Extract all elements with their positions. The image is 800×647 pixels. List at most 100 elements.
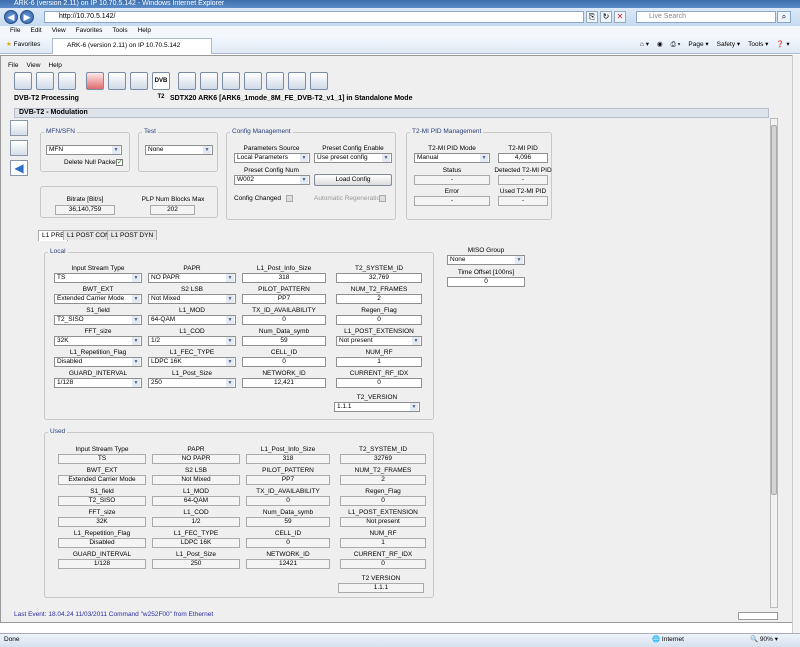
app-menu-view[interactable]: View	[26, 62, 40, 69]
local-field-value[interactable]: 32,769	[336, 273, 422, 283]
app-title: DVB-T2 Processing	[14, 95, 79, 102]
globe-icon[interactable]	[244, 72, 262, 90]
local-field-value[interactable]: Not Mixed	[148, 294, 236, 304]
local-field-value[interactable]: 0	[336, 378, 422, 388]
local-field-value[interactable]: Extended Carrier Mode	[54, 294, 142, 304]
dvbt2-badge[interactable]: DVB T2	[152, 72, 170, 100]
local-field-value[interactable]: PP7	[242, 294, 326, 304]
back-icon[interactable]: ◀	[4, 10, 18, 24]
feeds-command-icon[interactable]: ◉	[657, 40, 663, 50]
mfn-mode-select[interactable]: MFN	[46, 145, 122, 155]
t2mi-status-value: -	[414, 175, 490, 185]
local-field-label: Num_Data_symb	[258, 328, 310, 335]
browser-tab[interactable]: ARK-6 (version 2.11) on IP 10.70.5.142	[52, 38, 212, 54]
miso-group-select[interactable]: None	[447, 255, 525, 265]
menu-edit[interactable]: Edit	[30, 26, 41, 36]
local-field-value[interactable]: NO PAPR	[148, 273, 236, 283]
local-field-value[interactable]: 64-QAM	[148, 315, 236, 325]
menu-view[interactable]: View	[52, 26, 66, 36]
local-field-value[interactable]: T2_SISO	[54, 315, 142, 325]
zoom-control[interactable]: 🔍 90% ▾	[750, 635, 778, 645]
forward-icon[interactable]: ▶	[20, 10, 34, 24]
local-field-value[interactable]: 1/2	[148, 336, 236, 346]
app-menu-help[interactable]: Help	[48, 62, 61, 69]
used-field-value: 64-QAM	[152, 496, 240, 506]
used-field-value: Not present	[340, 517, 426, 527]
progress-indicator	[738, 612, 778, 620]
delete-null-checkbox[interactable]: ✓	[116, 159, 123, 166]
local-field-label: PILOT_PATTERN	[258, 286, 310, 293]
tools-menu[interactable]: Tools ▾	[748, 40, 768, 50]
compatibility-icon[interactable]: ⎘	[586, 11, 598, 23]
scope-icon[interactable]	[200, 72, 218, 90]
favorites-button[interactable]: ★ Favorites	[6, 40, 40, 50]
panel-scroll-thumb[interactable]	[771, 125, 777, 495]
t2mi-pid-input[interactable]: 4,096	[498, 153, 548, 163]
side-basket-icon[interactable]	[10, 140, 28, 156]
time-offset-input[interactable]: 0	[447, 277, 525, 287]
test-group-title: Test	[142, 128, 158, 135]
local-field-value[interactable]: 318	[242, 273, 326, 283]
local-field-value[interactable]: 0	[242, 315, 326, 325]
preset-num-select[interactable]: W002	[234, 175, 310, 185]
params-source-select[interactable]: Local Parameters	[234, 153, 310, 163]
local-field-value[interactable]: Disabled	[54, 357, 142, 367]
page-menu[interactable]: Page ▾	[688, 40, 708, 50]
local-field-value[interactable]: 1/128	[54, 378, 142, 388]
upload-icon[interactable]	[108, 72, 126, 90]
local-t2-version-select[interactable]: 1.1.1	[334, 402, 420, 412]
network-icon[interactable]	[266, 72, 284, 90]
used-field-value: 0	[340, 496, 426, 506]
browser-scrollbar[interactable]	[792, 55, 800, 633]
disk-icon[interactable]	[36, 72, 54, 90]
folder-icon[interactable]	[58, 72, 76, 90]
save-icon[interactable]	[14, 72, 32, 90]
edit-icon[interactable]	[310, 72, 328, 90]
t2mi-pid-label: T2-MI PID	[508, 145, 538, 152]
local-field-value[interactable]: 250	[148, 378, 236, 388]
search-icon[interactable]: ⌕	[777, 11, 791, 23]
local-field-label: L1_Post_Size	[171, 370, 213, 377]
help-menu[interactable]: ❓ ▾	[776, 40, 789, 50]
test-select[interactable]: None	[145, 145, 213, 155]
tab-l1-post-dyn[interactable]: L1 POST DYN	[107, 230, 158, 240]
app-menu-file[interactable]: File	[8, 62, 18, 69]
home-icon[interactable]	[86, 72, 104, 90]
home-command-icon[interactable]: ⌂ ▾	[640, 40, 649, 50]
search-input[interactable]: Live Search	[636, 11, 776, 23]
menu-help[interactable]: Help	[138, 26, 151, 36]
used-field-value: 1/128	[58, 559, 146, 569]
auto-regen-checkbox[interactable]	[379, 195, 386, 202]
stop-icon[interactable]: ✕	[614, 11, 626, 23]
local-field-value[interactable]: TS	[54, 273, 142, 283]
local-field-value[interactable]: Not present	[336, 336, 422, 346]
basket-icon[interactable]	[130, 72, 148, 90]
print-command-icon[interactable]: ⎙ ▾	[671, 40, 681, 50]
delete-null-label: Delete Null Packets	[64, 159, 121, 166]
local-field-value[interactable]: 2	[336, 294, 422, 304]
address-bar[interactable]: http://10.70.5.142/	[44, 11, 584, 23]
monitor-icon[interactable]	[178, 72, 196, 90]
checklist-icon[interactable]	[288, 72, 306, 90]
menu-tools[interactable]: Tools	[112, 26, 127, 36]
local-field-value[interactable]: 0	[242, 357, 326, 367]
local-field-value[interactable]: 1	[336, 357, 422, 367]
menu-favorites[interactable]: Favorites	[76, 26, 103, 36]
used-field-label: L1_COD	[183, 509, 209, 516]
refresh-icon[interactable]: ↻	[600, 11, 612, 23]
local-field-value[interactable]: LDPC 16K	[148, 357, 236, 367]
local-field-value[interactable]: 12,421	[242, 378, 326, 388]
preset-enable-select[interactable]: Use preset config	[314, 153, 392, 163]
local-field-value[interactable]: 59	[242, 336, 326, 346]
local-field-value[interactable]: 0	[336, 315, 422, 325]
used-field-label: CURRENT_RF_IDX	[353, 551, 413, 558]
load-config-button[interactable]: Load Config	[314, 174, 392, 186]
t2mi-mode-select[interactable]: Manual	[414, 153, 490, 163]
side-upload-icon[interactable]	[10, 120, 28, 136]
menu-file[interactable]: File	[10, 26, 20, 36]
transfer-icon[interactable]	[222, 72, 240, 90]
local-field-value[interactable]: 32K	[54, 336, 142, 346]
collapse-arrow-icon[interactable]: ◀	[10, 160, 28, 176]
module-header: DVB-T2 - Modulation	[14, 108, 769, 118]
safety-menu[interactable]: Safety ▾	[717, 40, 741, 50]
